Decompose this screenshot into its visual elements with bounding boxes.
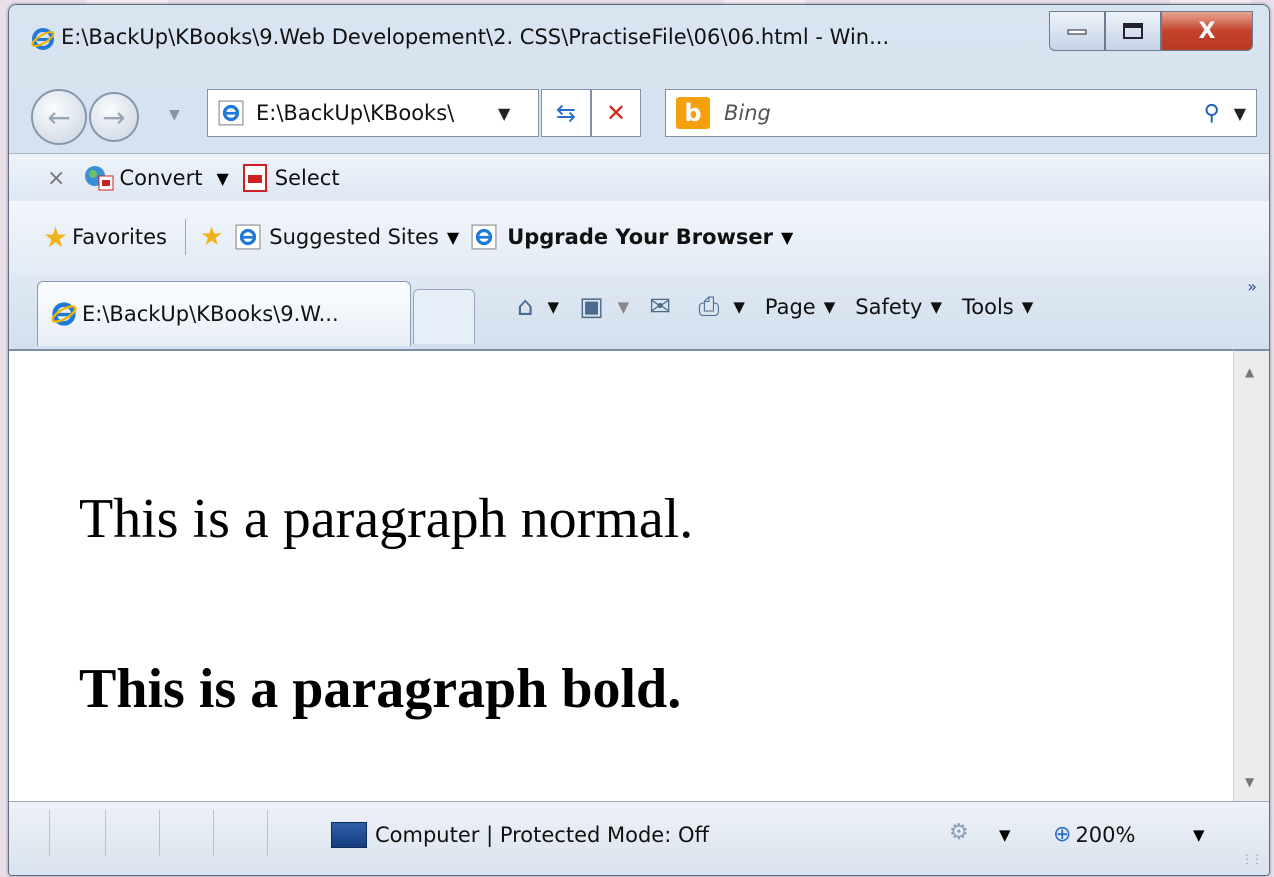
zoom-icon: ⊕ bbox=[1053, 822, 1072, 847]
resize-grip-icon[interactable]: ⋮⋮ bbox=[1241, 852, 1263, 866]
read-mail-icon[interactable]: ✉ bbox=[649, 292, 671, 322]
upgrade-browser-link[interactable]: Upgrade Your Browser bbox=[507, 225, 773, 249]
suggested-sites-dropdown-icon[interactable]: ▼ bbox=[447, 228, 459, 247]
status-divider bbox=[49, 810, 50, 856]
feeds-icon[interactable]: ▣ bbox=[579, 292, 604, 322]
zoom-control[interactable]: ⊕ 200% bbox=[1053, 822, 1135, 847]
more-commands-chevron-icon[interactable]: » bbox=[1247, 277, 1257, 296]
convert-button[interactable]: Convert bbox=[119, 166, 202, 190]
print-icon[interactable]: ⎙ bbox=[699, 292, 720, 323]
security-zone[interactable]: Computer | Protected Mode: Off bbox=[331, 822, 709, 848]
close-icon: X bbox=[1198, 18, 1216, 44]
ie-logo-icon bbox=[31, 28, 55, 50]
tools-menu[interactable]: Tools bbox=[962, 295, 1014, 319]
maximize-icon bbox=[1123, 23, 1143, 39]
suggested-sites-ie-icon bbox=[235, 224, 261, 250]
tools-menu-dropdown-icon[interactable]: ▼ bbox=[1022, 298, 1034, 316]
search-icon[interactable]: ⚲ bbox=[1204, 101, 1220, 126]
zone-text: Computer | Protected Mode: Off bbox=[375, 823, 709, 847]
bing-icon: b bbox=[676, 97, 710, 129]
computer-icon bbox=[331, 822, 367, 848]
minimize-icon bbox=[1067, 29, 1087, 35]
stop-icon: ✕ bbox=[605, 99, 627, 127]
command-bar: ⌂ ▼ ▣ ▼ ✉ ▼ ⎙ ▼ Page ▼ Safety ▼ Tools ▼ bbox=[517, 287, 1053, 327]
feeds-dropdown-icon[interactable]: ▼ bbox=[618, 298, 630, 316]
select-pdf-icon bbox=[242, 164, 267, 192]
status-divider bbox=[105, 810, 106, 856]
security-dropdown-icon[interactable]: ▼ bbox=[999, 826, 1011, 844]
refresh-button[interactable]: ⇆ bbox=[541, 89, 591, 137]
address-dropdown-icon[interactable]: ▼ bbox=[498, 104, 510, 123]
suggested-sites-link[interactable]: Suggested Sites bbox=[269, 225, 439, 249]
paragraph-normal: This is a paragraph normal. bbox=[79, 488, 694, 550]
maximize-button[interactable] bbox=[1105, 11, 1161, 51]
status-divider bbox=[213, 810, 214, 856]
upgrade-browser-ie-icon bbox=[471, 224, 497, 250]
convert-icon bbox=[85, 166, 114, 191]
page-menu[interactable]: Page bbox=[765, 295, 816, 319]
favorites-star-icon: ★ bbox=[43, 220, 69, 254]
window-controls: X bbox=[1049, 11, 1253, 51]
favorites-button[interactable]: Favorites bbox=[72, 225, 167, 249]
search-box[interactable]: b Bing ⚲ ▼ bbox=[665, 89, 1257, 137]
zoom-level: 200% bbox=[1075, 822, 1136, 847]
address-input[interactable]: E:\BackUp\KBooks\ bbox=[256, 101, 492, 125]
minimize-button[interactable] bbox=[1049, 11, 1105, 51]
navigation-bar: ← → ▼ E:\BackUp\KBooks\ ▼ ⇆ ✕ b Bing ⚲ ▼ bbox=[9, 77, 1269, 149]
safety-menu[interactable]: Safety bbox=[855, 295, 922, 319]
title-bar: E:\BackUp\KBooks\9.Web Developement\2. C… bbox=[9, 5, 1269, 75]
vertical-scrollbar[interactable]: ▲ ▼ bbox=[1233, 349, 1269, 801]
safety-menu-dropdown-icon[interactable]: ▼ bbox=[930, 298, 942, 316]
search-input[interactable]: Bing bbox=[724, 101, 1204, 125]
home-dropdown-icon[interactable]: ▼ bbox=[548, 298, 560, 316]
status-bar: Computer | Protected Mode: Off ⚙ ▼ ⊕ 200… bbox=[9, 801, 1269, 875]
scroll-up-arrow-icon[interactable]: ▲ bbox=[1245, 365, 1254, 379]
recent-pages-dropdown[interactable]: ▼ bbox=[169, 107, 180, 123]
paragraph-bold: This is a paragraph bold. bbox=[79, 658, 682, 720]
new-tab-button[interactable] bbox=[413, 289, 475, 344]
refresh-icon: ⇆ bbox=[555, 99, 577, 127]
address-bar[interactable]: E:\BackUp\KBooks\ ▼ bbox=[207, 89, 539, 137]
status-divider bbox=[267, 810, 268, 856]
favorites-separator bbox=[184, 219, 186, 255]
tab-ie-icon bbox=[51, 302, 77, 326]
forward-arrow-icon: → bbox=[102, 100, 126, 134]
upgrade-browser-dropdown-icon[interactable]: ▼ bbox=[781, 228, 793, 247]
zoom-dropdown-icon[interactable]: ▼ bbox=[1193, 826, 1205, 844]
convert-toolbar: × Convert ▼ Select bbox=[9, 153, 1269, 203]
page-ie-icon bbox=[218, 100, 244, 126]
browser-window: E:\BackUp\KBooks\9.Web Developement\2. C… bbox=[8, 4, 1270, 876]
close-button[interactable]: X bbox=[1161, 11, 1253, 51]
favorites-bar: ★ Favorites ★ Suggested Sites ▼ Upgrade … bbox=[9, 201, 1269, 273]
convert-dropdown-icon[interactable]: ▼ bbox=[216, 169, 228, 188]
stop-button[interactable]: ✕ bbox=[591, 89, 641, 137]
search-options-dropdown[interactable]: ▼ bbox=[1234, 104, 1246, 123]
add-favorite-icon[interactable]: ★ bbox=[200, 222, 223, 252]
home-icon[interactable]: ⌂ bbox=[517, 292, 534, 322]
page-menu-dropdown-icon[interactable]: ▼ bbox=[824, 298, 836, 316]
forward-button[interactable]: → bbox=[89, 92, 139, 142]
back-button[interactable]: ← bbox=[31, 89, 87, 145]
status-divider bbox=[159, 810, 160, 856]
tab-current-page[interactable]: E:\BackUp\KBooks\9.W... bbox=[37, 281, 411, 346]
scroll-down-arrow-icon[interactable]: ▼ bbox=[1245, 775, 1254, 789]
toolbar-close-icon[interactable]: × bbox=[47, 166, 65, 191]
print-dropdown-icon[interactable]: ▼ bbox=[733, 298, 745, 316]
tab-label: E:\BackUp\KBooks\9.W... bbox=[82, 302, 339, 326]
security-status-icon[interactable]: ⚙ bbox=[949, 820, 969, 845]
back-arrow-icon: ← bbox=[47, 100, 71, 134]
window-title: E:\BackUp\KBooks\9.Web Developement\2. C… bbox=[61, 25, 890, 49]
tab-row: E:\BackUp\KBooks\9.W... ⌂ ▼ ▣ ▼ ✉ ▼ ⎙ ▼ … bbox=[9, 273, 1269, 349]
select-button[interactable]: Select bbox=[275, 166, 340, 190]
page-content: This is a paragraph normal. This is a pa… bbox=[9, 349, 1233, 801]
